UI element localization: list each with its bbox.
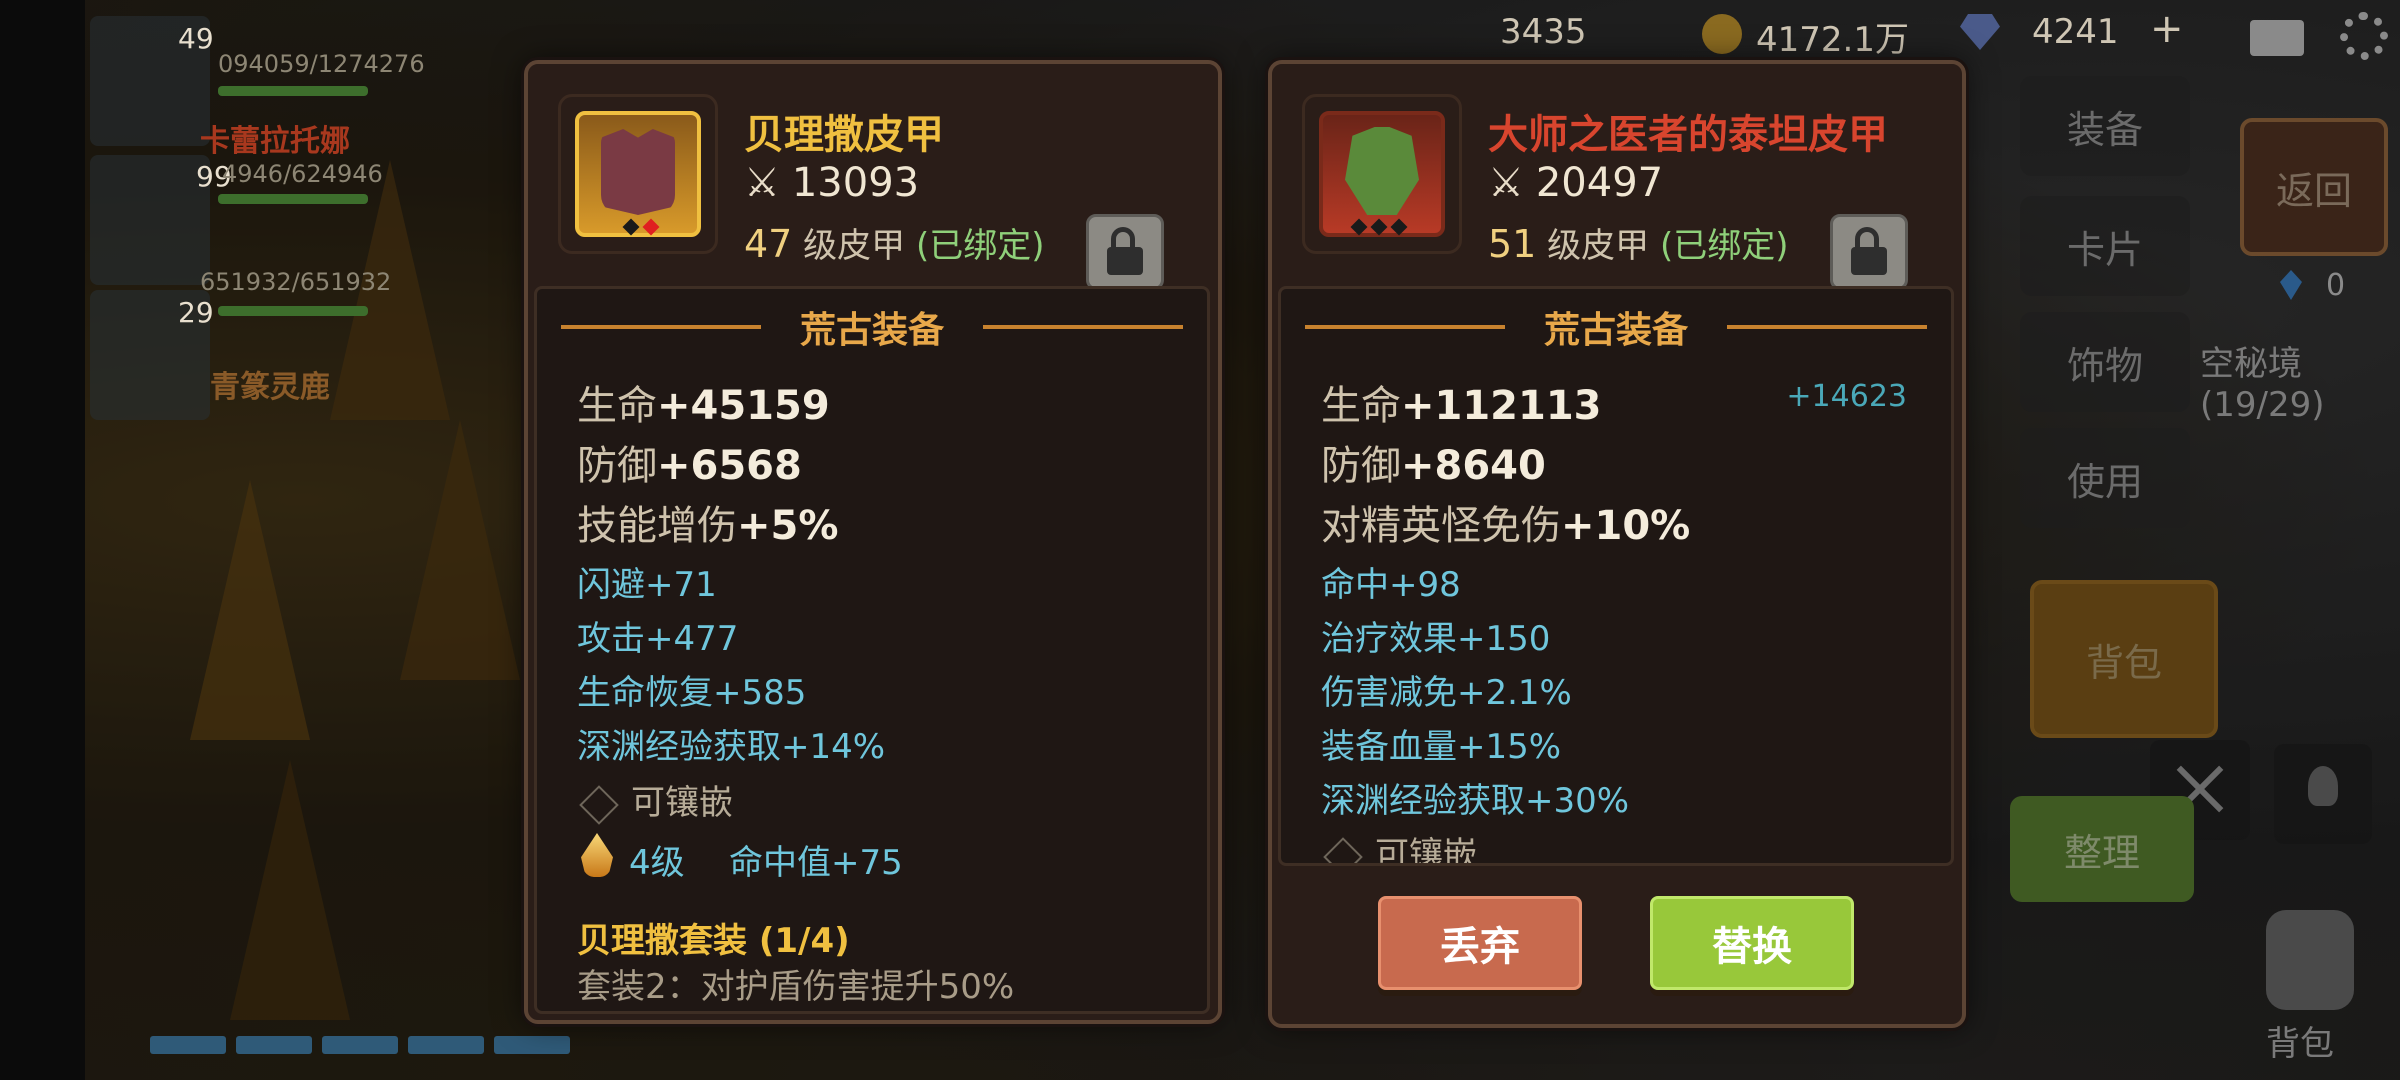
sub-stat: 伤害减免+2.1% — [1321, 673, 1572, 713]
item-power: ⚔ 20497 — [1488, 160, 1663, 206]
party-member-name: 卡蕾拉托娜 — [200, 124, 350, 159]
section-title: 荒古装备 — [799, 310, 944, 351]
item-stats-body[interactable]: 荒古装备 +14623 生命+112113 防御+8640 对精英怪免伤+10%… — [1278, 286, 1954, 866]
main-stat: 生命+112113 — [1321, 383, 1602, 429]
hp-bar — [218, 306, 368, 316]
replace-button[interactable]: 替换 — [1650, 896, 1854, 990]
gems-value: 4241 — [2032, 12, 2119, 52]
sub-stat: 深渊经验获取+14% — [577, 727, 886, 767]
lock-toggle-button[interactable] — [1830, 214, 1908, 290]
combat-power-swords-icon: ⚔ — [1488, 160, 1524, 206]
item-name: 大师之医者的泰坦皮甲 — [1488, 112, 1888, 158]
sub-stat: 深渊经验获取+30% — [1321, 781, 1630, 821]
main-stat: 对精英怪免伤+10% — [1321, 503, 1691, 549]
item-icon-frame — [558, 94, 718, 254]
sub-stat: 治疗效果+150 — [1321, 619, 1551, 659]
gem-level: 4级 — [629, 843, 685, 883]
item-type: 级皮甲 — [1547, 226, 1650, 266]
add-gems-button[interactable]: + — [2150, 6, 2184, 52]
gem-flame-icon — [577, 833, 617, 879]
socket-slot: 可镶嵌 — [577, 775, 733, 825]
accessory-tab-button[interactable]: 饰物 — [2020, 312, 2190, 412]
empty-socket-icon — [579, 784, 619, 825]
party-member-hp: 651932/651932 — [200, 268, 392, 296]
bound-status: (已绑定) — [1659, 226, 1789, 266]
leather-armor-icon — [575, 111, 701, 237]
section-header: 荒古装备 — [537, 301, 1207, 351]
compare-item-panel: 大师之医者的泰坦皮甲 ⚔ 20497 51 级皮甲 (已绑定) 荒古装备 +146… — [1268, 60, 1966, 1028]
currency1-value: 3435 — [1500, 12, 1587, 52]
sub-stat: 生命恢复+585 — [577, 673, 807, 713]
item-type: 级皮甲 — [803, 226, 906, 266]
bag-tab-button[interactable]: 背包 — [2030, 580, 2218, 738]
bag-bottom-label: 背包 — [2266, 1024, 2334, 1064]
use-tab-button[interactable]: 使用 — [2020, 428, 2190, 528]
lock-toggle-button[interactable] — [1086, 214, 1164, 290]
item-power-value: 20497 — [1535, 160, 1664, 206]
item-name: 贝理撒皮甲 — [744, 112, 944, 158]
card-tab-button[interactable]: 卡片 — [2020, 196, 2190, 296]
item-icon-frame — [1302, 94, 1462, 254]
lightbulb-icon — [2308, 766, 2338, 806]
set-name: 贝理撒套装 (1/4) — [577, 921, 850, 961]
mail-icon[interactable] — [2250, 20, 2304, 56]
stat-diff: +14623 — [1786, 379, 1907, 414]
crystal-count: 0 — [2326, 268, 2346, 303]
party-member-card[interactable] — [90, 155, 210, 285]
equipped-item-panel: 贝理撒皮甲 ⚔ 13093 47 级皮甲 (已绑定) 荒古装备 生命+45159 … — [524, 60, 1222, 1024]
section-header: 荒古装备 — [1281, 301, 1951, 351]
item-level: 47 — [744, 222, 793, 266]
party-member-hp: 4946/624946 — [222, 160, 383, 188]
hp-bar — [218, 194, 368, 204]
back-button[interactable]: 返回 — [2240, 118, 2388, 256]
backpack-icon — [2266, 910, 2354, 1010]
section-title: 荒古装备 — [1543, 310, 1688, 351]
sort-button[interactable]: 整理 — [2010, 796, 2194, 902]
item-header: 贝理撒皮甲 ⚔ 13093 47 级皮甲 (已绑定) — [558, 94, 1188, 290]
item-power-value: 13093 — [791, 160, 920, 206]
item-level-line: 47 级皮甲 (已绑定) — [744, 218, 1045, 267]
item-power: ⚔ 13093 — [744, 160, 919, 206]
sub-stat: 闪避+71 — [577, 565, 717, 605]
equip-tab-button[interactable]: 装备 — [2020, 76, 2190, 176]
socket-slot: 可镶嵌 — [1321, 827, 1477, 863]
discard-button[interactable]: 丢弃 — [1378, 896, 1582, 990]
titan-leather-armor-icon — [1319, 111, 1445, 237]
gold-value: 4172.1万 — [1756, 20, 1909, 60]
main-stat: 生命+45159 — [577, 383, 830, 429]
screen-edge — [0, 0, 85, 1080]
bag-bottom-button[interactable]: 背包 — [2240, 910, 2380, 1064]
empty-socket-icon — [1323, 836, 1363, 863]
gold-coin-icon — [1702, 14, 1742, 54]
sub-stat: 命中+98 — [1321, 565, 1461, 605]
skill-bar — [150, 1036, 570, 1056]
main-stat: 防御+6568 — [577, 443, 802, 489]
sub-stat: 攻击+477 — [577, 619, 739, 659]
item-stats-body: 荒古装备 生命+45159 防御+6568 技能增伤+5% 闪避+71 攻击+4… — [534, 286, 1210, 1014]
party-member-name: 青篆灵鹿 — [210, 370, 330, 405]
settings-gear-icon[interactable] — [2340, 12, 2388, 60]
hp-bar — [218, 86, 368, 96]
item-level-line: 51 级皮甲 (已绑定) — [1488, 218, 1789, 267]
main-stat: 技能增伤+5% — [577, 503, 839, 549]
item-header: 大师之医者的泰坦皮甲 ⚔ 20497 51 级皮甲 (已绑定) — [1302, 94, 1932, 290]
gem-icon — [1960, 14, 2000, 50]
combat-power-swords-icon: ⚔ — [744, 160, 780, 206]
secret-realm-label: 空秘境 (19/29) — [2200, 344, 2325, 425]
gem-effect: 命中值+75 — [729, 843, 903, 883]
main-stat: 防御+8640 — [1321, 443, 1546, 489]
bound-status: (已绑定) — [915, 226, 1045, 266]
party-member-hp: 094059/1274276 — [218, 50, 425, 78]
hint-bulb-button[interactable] — [2274, 744, 2372, 844]
item-level: 51 — [1488, 222, 1537, 266]
sub-stat: 装备血量+15% — [1321, 727, 1562, 767]
set-bonus: 套装2：对护盾伤害提升50% — [577, 967, 1015, 1007]
party-member-level: 29 — [178, 296, 214, 329]
party-member-level: 49 — [178, 22, 214, 55]
